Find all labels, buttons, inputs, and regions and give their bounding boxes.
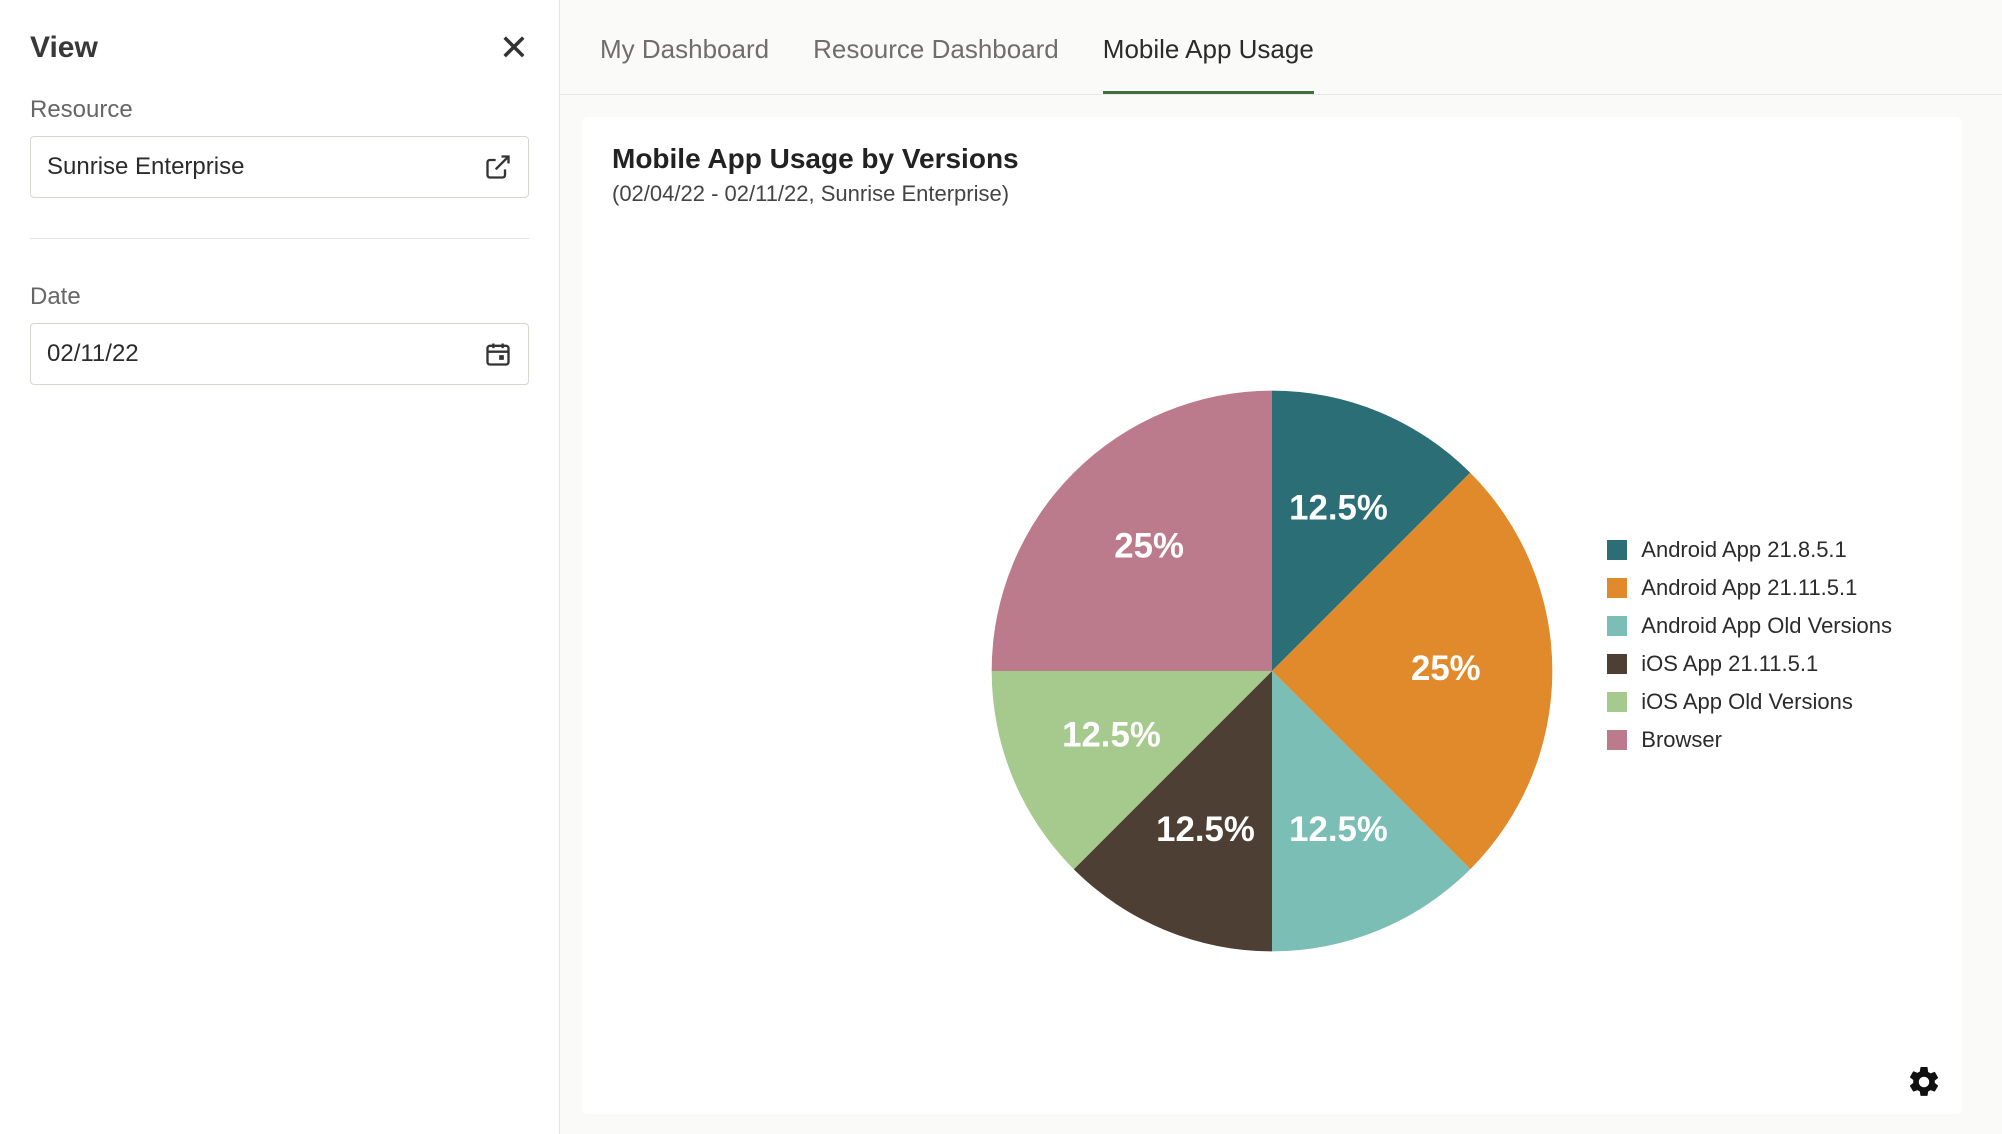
legend-swatch <box>1607 578 1627 598</box>
legend-item[interactable]: iOS App Old Versions <box>1607 689 1892 715</box>
chart-card: Mobile App Usage by Versions (02/04/22 -… <box>582 117 1962 1114</box>
slice-label: 12.5% <box>1289 809 1388 848</box>
open-external-icon[interactable] <box>484 153 512 181</box>
date-picker[interactable] <box>30 323 529 385</box>
tab-my-dashboard[interactable]: My Dashboard <box>600 34 769 94</box>
date-input[interactable] <box>47 340 484 368</box>
card-subtitle: (02/04/22 - 02/11/22, Sunrise Enterprise… <box>612 181 1932 207</box>
calendar-icon[interactable] <box>484 340 512 368</box>
legend-item[interactable]: Android App 21.11.5.1 <box>1607 575 1892 601</box>
legend-swatch <box>1607 692 1627 712</box>
slice-label: 25% <box>1411 649 1481 688</box>
legend-label: Android App 21.11.5.1 <box>1641 575 1857 601</box>
legend-item[interactable]: Android App 21.8.5.1 <box>1607 537 1892 563</box>
tab-resource-dashboard[interactable]: Resource Dashboard <box>813 34 1059 94</box>
tab-mobile-app-usage[interactable]: Mobile App Usage <box>1103 34 1314 94</box>
settings-button[interactable] <box>1906 1064 1942 1100</box>
legend-label: iOS App Old Versions <box>1641 689 1853 715</box>
main-area: My Dashboard Resource Dashboard Mobile A… <box>560 0 2002 1134</box>
resource-select[interactable] <box>30 136 529 198</box>
legend-label: iOS App 21.11.5.1 <box>1641 651 1818 677</box>
legend-swatch <box>1607 730 1627 750</box>
card-title: Mobile App Usage by Versions <box>612 143 1932 175</box>
legend-item[interactable]: iOS App 21.11.5.1 <box>1607 651 1892 677</box>
gear-icon <box>1906 1087 1942 1104</box>
chart-legend: Android App 21.8.5.1 Android App 21.11.5.… <box>1607 537 1892 765</box>
pie-chart: 12.5% 25% 12.5% 12.5% 12.5% 25% <box>982 381 1562 961</box>
close-icon[interactable]: ✕ <box>499 30 529 66</box>
legend-item[interactable]: Android App Old Versions <box>1607 613 1892 639</box>
sidebar-header: View ✕ <box>30 30 529 66</box>
slice-label: 12.5% <box>1289 488 1388 527</box>
resource-input[interactable] <box>47 153 484 181</box>
tabs-nav: My Dashboard Resource Dashboard Mobile A… <box>560 0 2002 95</box>
legend-swatch <box>1607 616 1627 636</box>
legend-label: Browser <box>1641 727 1722 753</box>
date-label: Date <box>30 283 529 311</box>
slice-label: 12.5% <box>1062 715 1161 754</box>
chart-area: 12.5% 25% 12.5% 12.5% 12.5% 25% Android App 2… <box>612 207 1932 1094</box>
legend-label: Android App 21.8.5.1 <box>1641 537 1847 563</box>
legend-swatch <box>1607 540 1627 560</box>
legend-swatch <box>1607 654 1627 674</box>
slice-label: 12.5% <box>1156 809 1255 848</box>
sidebar-divider <box>30 238 529 239</box>
legend-label: Android App Old Versions <box>1641 613 1892 639</box>
slice-label: 25% <box>1114 526 1184 565</box>
legend-item[interactable]: Browser <box>1607 727 1892 753</box>
view-sidebar: View ✕ Resource Date <box>0 0 560 1134</box>
resource-label: Resource <box>30 96 529 124</box>
sidebar-title: View <box>30 31 98 65</box>
